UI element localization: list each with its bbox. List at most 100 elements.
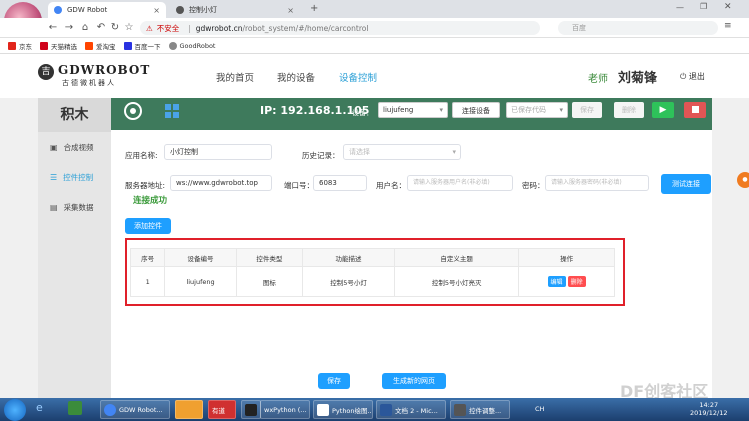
taskbar-item-python-draw[interactable]: Python绘图... xyxy=(313,400,373,419)
clock[interactable]: 14:27 2019/12/12 xyxy=(690,401,727,417)
back-icon[interactable]: ← xyxy=(46,21,60,35)
app-name-input[interactable]: 小灯控制 xyxy=(164,144,272,160)
username-input[interactable]: 请输入服务器用户名(非必填) xyxy=(407,175,513,191)
history-select[interactable]: 请选择 ▾ xyxy=(343,144,461,160)
server-label: 服务器地址: xyxy=(125,181,166,190)
cell-device: liujufeng xyxy=(164,266,237,297)
saved-code-select[interactable]: 已保存代码 ▾ xyxy=(506,102,568,118)
badge-icon: ● xyxy=(742,176,748,183)
taskbar-item-word[interactable]: 文档 2 - Mic... xyxy=(376,400,446,419)
connection-status: 连接成功 xyxy=(133,196,168,206)
new-tab-button[interactable]: + xyxy=(310,3,318,14)
logout-button[interactable]: ⏻ 退出 xyxy=(680,71,705,82)
data-icon: ▤ xyxy=(50,202,58,212)
password-input[interactable]: 请输入服务器密码(非必填) xyxy=(545,175,649,191)
window-close-icon[interactable]: ✕ xyxy=(724,2,732,12)
maximize-icon[interactable]: ❐ xyxy=(700,2,707,11)
reload-icon[interactable]: ↻ xyxy=(108,21,122,35)
clock-time: 14:27 xyxy=(699,401,719,409)
browser-tab-gdw[interactable]: GDW Robot × xyxy=(48,2,166,18)
test-connection-button[interactable]: 测试连接 xyxy=(661,174,711,194)
taskbar-item-gdw[interactable]: GDW Robot... xyxy=(100,400,170,419)
taskbar-item-control[interactable]: 控件调整... xyxy=(450,400,510,419)
taskbar-item-wxpython[interactable]: wxPython (... xyxy=(260,400,310,419)
nav-home[interactable]: 我的首页 xyxy=(216,70,254,84)
connect-device-button[interactable]: 连接设备 xyxy=(452,102,500,118)
delete-code-button[interactable]: 删除 xyxy=(614,102,644,118)
teacher-name: 刘菊锋 xyxy=(618,71,658,86)
username-label: 用户名： xyxy=(376,181,406,190)
sidebar-item-control[interactable]: ☰ 控件控制 xyxy=(38,168,111,186)
nav-device-control[interactable]: 设备控制 xyxy=(339,70,377,84)
port-input[interactable]: 6083 xyxy=(313,175,367,191)
chevron-down-icon: ▾ xyxy=(559,106,563,114)
side-badge[interactable]: ● xyxy=(737,172,749,188)
bookmark-baidu[interactable]: 百度一下 xyxy=(123,41,161,51)
menu-icon[interactable]: ≡ xyxy=(724,21,732,31)
camera-icon[interactable] xyxy=(124,102,142,120)
tab-label: 控制小灯 xyxy=(189,6,217,14)
taskbar-item-pycharm[interactable] xyxy=(241,400,261,419)
baidu-icon xyxy=(123,41,132,50)
sidebar-item-video[interactable]: ▣ 合成视频 xyxy=(38,138,111,156)
minimize-icon[interactable]: — xyxy=(676,3,684,12)
bookmark-jd[interactable]: 京东 xyxy=(8,41,32,51)
pycharm-icon xyxy=(245,403,257,416)
browser-tab-light[interactable]: 控制小灯 × xyxy=(170,2,300,18)
cell-desc: 控制5号小灯 xyxy=(301,266,396,297)
save-button[interactable]: 保存 xyxy=(318,373,350,389)
ie-icon[interactable]: e xyxy=(36,401,43,414)
video-icon: ▣ xyxy=(50,142,58,152)
cell-actions: 编辑 删除 xyxy=(518,266,615,297)
controls-table: 序号 设备编号 控件类型 功能描述 自定义主题 操作 1 liujufeng 图… xyxy=(129,248,615,297)
grid-icon[interactable] xyxy=(165,104,179,118)
cell-type: 图标 xyxy=(235,266,303,297)
input-language[interactable]: CH xyxy=(535,405,544,413)
goodrobot-icon xyxy=(168,41,177,50)
col-actions: 操作 xyxy=(518,248,615,267)
home-icon[interactable]: ⌂ xyxy=(78,21,92,35)
search-input[interactable]: 百度 xyxy=(558,21,718,35)
list-icon: ☰ xyxy=(50,172,58,182)
server-input[interactable]: ws://www.gdwrobot.top xyxy=(170,175,272,191)
close-icon[interactable]: × xyxy=(153,6,160,15)
tmall-icon xyxy=(40,41,48,50)
save-code-button[interactable]: 保存 xyxy=(572,102,602,118)
close-icon[interactable]: × xyxy=(287,6,294,15)
logo-text: GDWROBOT xyxy=(58,63,151,77)
taobao-icon xyxy=(85,41,93,50)
device-select[interactable]: liujufeng ▾ xyxy=(378,102,448,118)
undo-icon[interactable]: ↶ xyxy=(94,21,108,35)
sidebar-item-data[interactable]: ▤ 采集数据 xyxy=(38,198,111,216)
explorer-icon[interactable] xyxy=(68,401,82,415)
bookmark-goodrobot[interactable]: GoodRobot xyxy=(168,41,215,50)
edit-button[interactable]: 编辑 xyxy=(547,276,566,287)
page-icon xyxy=(176,6,184,14)
jd-icon xyxy=(8,41,16,50)
cell-index: 1 xyxy=(129,266,166,297)
bookmark-taobao[interactable]: 爱淘宝 xyxy=(85,41,116,51)
table-header-row: 序号 设备编号 控件类型 功能描述 自定义主题 操作 xyxy=(129,248,615,267)
tab-label: GDW Robot xyxy=(67,6,108,14)
add-control-button[interactable]: 添加控件 xyxy=(125,218,171,234)
col-topic: 自定义主题 xyxy=(394,248,520,267)
chevron-down-icon: ▾ xyxy=(452,148,456,156)
url-bar[interactable]: ⚠ 不安全 | gdwrobot.cn /robot_system/#/home… xyxy=(140,21,540,35)
taskbar-item-youdao[interactable]: 有道 xyxy=(208,400,236,419)
stop-button[interactable] xyxy=(684,102,706,118)
nav-my-devices[interactable]: 我的设备 xyxy=(277,70,315,84)
chrome-icon xyxy=(54,6,62,14)
star-icon[interactable]: ☆ xyxy=(122,21,136,35)
run-button[interactable]: ▶ xyxy=(652,102,674,118)
app-name-label: 应用名称: xyxy=(125,151,158,160)
col-index: 序号 xyxy=(129,248,166,267)
start-button[interactable] xyxy=(4,399,26,421)
taskbar-item-app[interactable] xyxy=(175,400,203,419)
bookmark-tmall[interactable]: 天猫精选 xyxy=(40,41,77,51)
generate-page-button[interactable]: 生成新的网页 xyxy=(382,373,446,389)
stop-icon xyxy=(691,106,699,113)
delete-row-button[interactable]: 删除 xyxy=(567,276,586,287)
url-host: gdwrobot.cn xyxy=(195,23,243,33)
forward-icon[interactable]: → xyxy=(62,21,76,35)
warning-icon: ⚠ xyxy=(146,23,153,33)
